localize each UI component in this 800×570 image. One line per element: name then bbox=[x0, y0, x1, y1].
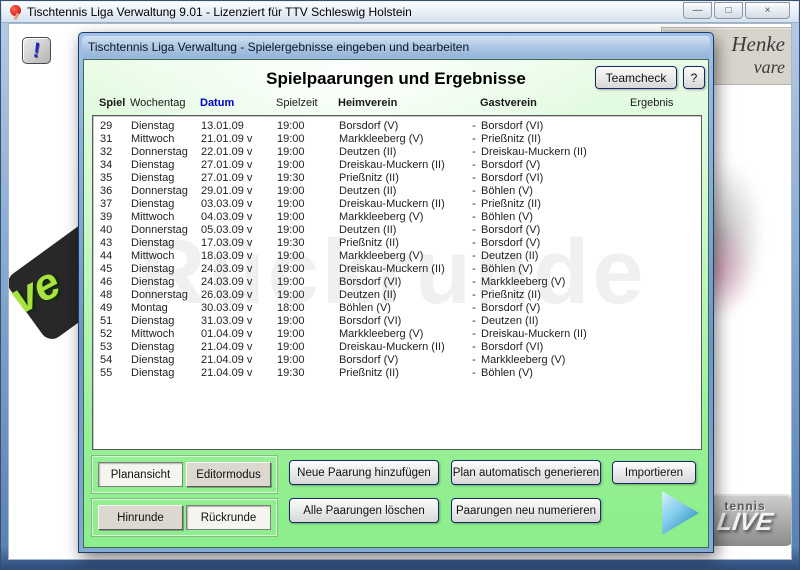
editormodus-toggle[interactable]: Editormodus bbox=[186, 462, 271, 487]
generate-plan-button[interactable]: Plan automatisch generieren bbox=[451, 460, 601, 485]
teamcheck-button[interactable]: Teamcheck bbox=[595, 66, 677, 89]
col-header-spiel[interactable]: Spiel bbox=[92, 97, 130, 109]
table-row[interactable]: 32 Donnerstag 22.01.09 v 19:00 Deutzen (… bbox=[93, 146, 701, 159]
separator: - bbox=[467, 159, 481, 172]
table-row[interactable]: 35 Dienstag 27.01.09 v 19:30 Prießnitz (… bbox=[93, 172, 701, 185]
maximize-icon[interactable]: □ bbox=[714, 2, 743, 19]
separator: - bbox=[467, 198, 481, 211]
table-row[interactable]: 31 Mittwoch 21.01.09 v 19:00 Markkleeber… bbox=[93, 133, 701, 146]
main-window-title: Tischtennis Liga Verwaltung 9.01 - Lizen… bbox=[27, 5, 412, 19]
planansicht-toggle[interactable]: Planansicht bbox=[98, 462, 183, 487]
main-titlebar: Tischtennis Liga Verwaltung 9.01 - Lizen… bbox=[2, 2, 798, 23]
table-row[interactable]: 40 Donnerstag 05.03.09 v 19:00 Deutzen (… bbox=[93, 224, 701, 237]
separator: - bbox=[467, 341, 481, 354]
dialog-header: Spielpaarungen und Ergebnisse Teamcheck … bbox=[84, 60, 708, 96]
table-row[interactable]: 45 Dienstag 24.03.09 v 19:00 Dreiskau-Mu… bbox=[93, 263, 701, 276]
pairings-list[interactable]: Rückrunde 29 Dienstag 13.01.09 19:00 Bor… bbox=[92, 115, 702, 450]
round-group: Hinrunde Rückrunde bbox=[91, 498, 278, 537]
col-header-ergebnis[interactable]: Ergebnis bbox=[630, 97, 702, 109]
separator: - bbox=[467, 289, 481, 302]
table-row[interactable]: 29 Dienstag 13.01.09 19:00 Borsdorf (V) … bbox=[93, 120, 701, 133]
separator: - bbox=[467, 211, 481, 224]
separator: - bbox=[467, 328, 481, 341]
col-header-wochentag[interactable]: Wochentag bbox=[130, 97, 200, 109]
table-row[interactable]: 54 Dienstag 21.04.09 v 19:00 Borsdorf (V… bbox=[93, 354, 701, 367]
rueckrunde-toggle[interactable]: Rückrunde bbox=[186, 505, 271, 530]
exclamation-icon[interactable]: ! bbox=[22, 37, 51, 64]
separator: - bbox=[467, 315, 481, 328]
col-header-datum[interactable]: Datum bbox=[200, 97, 276, 109]
screen: Tischtennis Liga Verwaltung 9.01 - Lizen… bbox=[0, 0, 800, 570]
separator: - bbox=[467, 250, 481, 263]
next-arrow-icon[interactable] bbox=[662, 491, 699, 535]
dialog-title: Tischtennis Liga Verwaltung - Spielergeb… bbox=[88, 40, 469, 54]
separator: - bbox=[467, 263, 481, 276]
table-row[interactable]: 55 Dienstag 21.04.09 v 19:30 Prießnitz (… bbox=[93, 367, 701, 380]
close-icon[interactable]: × bbox=[745, 2, 790, 19]
col-header-heimverein[interactable]: Heimverein bbox=[338, 97, 466, 109]
separator: - bbox=[467, 302, 481, 315]
table-row[interactable]: 39 Mittwoch 04.03.09 v 19:00 Markkleeber… bbox=[93, 211, 701, 224]
help-button[interactable]: ? bbox=[683, 66, 705, 89]
table-row[interactable]: 36 Donnerstag 29.01.09 v 19:00 Deutzen (… bbox=[93, 185, 701, 198]
caption-buttons: — □ × bbox=[681, 2, 790, 19]
dialog-titlebar: Tischtennis Liga Verwaltung - Spielergeb… bbox=[82, 36, 710, 58]
import-button[interactable]: Importieren bbox=[612, 461, 696, 484]
separator: - bbox=[467, 185, 481, 198]
table-row[interactable]: 48 Donnerstag 26.03.09 v 19:00 Deutzen (… bbox=[93, 289, 701, 302]
separator: - bbox=[467, 120, 481, 133]
add-pairing-button[interactable]: Neue Paarung hinzufügen bbox=[289, 460, 439, 485]
table-row[interactable]: 43 Dienstag 17.03.09 v 19:30 Prießnitz (… bbox=[93, 237, 701, 250]
separator: - bbox=[467, 172, 481, 185]
table-row[interactable]: 34 Dienstag 27.01.09 v 19:00 Dreiskau-Mu… bbox=[93, 159, 701, 172]
table-row[interactable]: 51 Dienstag 31.03.09 v 19:00 Borsdorf (V… bbox=[93, 315, 701, 328]
separator: - bbox=[467, 224, 481, 237]
table-row[interactable]: 49 Montag 30.03.09 v 18:00 Böhlen (V) - … bbox=[93, 302, 701, 315]
minimize-icon[interactable]: — bbox=[683, 2, 712, 19]
pairings-rows: 29 Dienstag 13.01.09 19:00 Borsdorf (V) … bbox=[93, 116, 701, 380]
delete-all-pairings-button[interactable]: Alle Paarungen löschen bbox=[289, 498, 439, 523]
col-header-spielzeit[interactable]: Spielzeit bbox=[276, 97, 338, 109]
table-row[interactable]: 53 Dienstag 21.04.09 v 19:00 Dreiskau-Mu… bbox=[93, 341, 701, 354]
app-paddle-icon bbox=[8, 4, 24, 20]
col-header-gastverein[interactable]: Gastverein bbox=[480, 97, 630, 109]
separator: - bbox=[467, 133, 481, 146]
dialog-client-area: Spielpaarungen und Ergebnisse Teamcheck … bbox=[83, 59, 709, 548]
dialog-bottom-bar: Planansicht Editormodus Hinrunde Rückrun… bbox=[84, 452, 708, 547]
separator: - bbox=[467, 146, 481, 159]
separator: - bbox=[467, 276, 481, 289]
table-row[interactable]: 37 Dienstag 03.03.09 v 19:00 Dreiskau-Mu… bbox=[93, 198, 701, 211]
table-row[interactable]: 52 Mittwoch 01.04.09 v 19:00 Markkleeber… bbox=[93, 328, 701, 341]
column-headers: Spiel Wochentag Datum Spielzeit Heimvere… bbox=[92, 97, 702, 109]
results-dialog: Tischtennis Liga Verwaltung - Spielergeb… bbox=[78, 32, 714, 553]
separator: - bbox=[467, 237, 481, 250]
separator: - bbox=[467, 354, 481, 367]
view-mode-group: Planansicht Editormodus bbox=[91, 455, 278, 494]
renumber-pairings-button[interactable]: Paarungen neu numerieren bbox=[451, 498, 601, 523]
table-row[interactable]: 46 Dienstag 24.03.09 v 19:00 Borsdorf (V… bbox=[93, 276, 701, 289]
table-row[interactable]: 44 Mittwoch 18.03.09 v 19:00 Markkleeber… bbox=[93, 250, 701, 263]
separator: - bbox=[467, 367, 481, 380]
hinrunde-toggle[interactable]: Hinrunde bbox=[98, 505, 183, 530]
